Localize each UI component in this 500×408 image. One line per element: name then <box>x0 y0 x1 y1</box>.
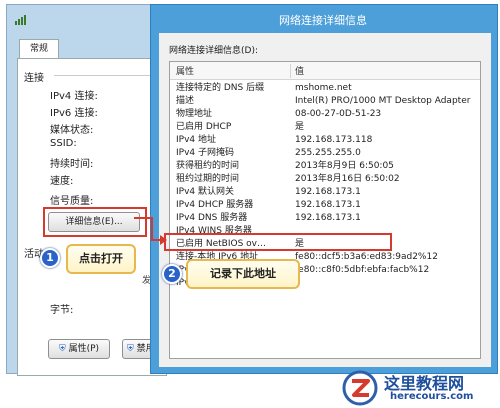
step-2-callout: 记录下此地址 <box>186 259 300 289</box>
property-cell: IPv4 地址 <box>176 135 216 145</box>
step-1-badge: 1 <box>40 248 60 268</box>
property-cell: IPv4 DNS 服务器 <box>176 213 248 223</box>
property-cell: 连接特定的 DNS 后缀 <box>176 83 265 93</box>
details-dialog-titlebar: 网络连接详细信息 <box>151 5 497 33</box>
table-row[interactable]: IPv4 DHCP 服务器 192.168.173.1 <box>170 199 480 212</box>
value-cell: Intel(R) PRO/1000 MT Desktop Adapter <box>295 96 471 106</box>
status-dialog: W 常规 连接 IPv4 连接: IPv6 连接: 媒体状态: SSID: 持续… <box>6 4 172 376</box>
value-cell: 192.168.173.1 <box>295 200 361 210</box>
step-2-badge: 2 <box>162 264 182 284</box>
list-header: 属性 值 <box>170 62 480 80</box>
property-cell: 获得租约的时间 <box>176 161 240 171</box>
signal-icon <box>15 15 26 25</box>
table-row[interactable]: IPv4 默认网关 192.168.173.1 <box>170 186 480 199</box>
property-cell: 描述 <box>176 96 195 106</box>
step-1-callout: 点击打开 <box>66 244 136 274</box>
ssid-label: SSID: <box>50 138 77 149</box>
value-cell: 2013年8月9日 6:50:05 <box>295 161 394 171</box>
table-row[interactable]: 连接特定的 DNS 后缀 mshome.net <box>170 82 480 95</box>
dns-row-highlight <box>164 233 392 251</box>
value-cell: mshome.net <box>295 83 352 93</box>
table-row[interactable]: IPv4 子网掩码 255.255.255.0 <box>170 147 480 160</box>
status-dialog-titlebar: W <box>7 5 171 33</box>
tab-general[interactable]: 常规 <box>19 39 59 59</box>
media-state-label: 媒体状态: <box>50 125 94 136</box>
value-cell: 192.168.173.1 <box>295 213 361 223</box>
duration-label: 持续时间: <box>50 159 94 170</box>
value-cell: 192.168.173.1 <box>295 187 361 197</box>
value-cell: 是 <box>295 122 305 132</box>
value-cell: fe80::c8f0:5dbf:ebfa:facb%12 <box>295 265 430 275</box>
arrow-icon <box>134 217 167 245</box>
details-dialog-body: 网络连接详细信息(D): 属性 值 连接特定的 DNS 后缀 mshome.net… <box>159 33 491 367</box>
details-list[interactable]: 属性 值 连接特定的 DNS 后缀 mshome.net 描述 Intel(R) PR… <box>169 61 481 359</box>
value-cell: 255.255.255.0 <box>295 148 361 158</box>
table-row[interactable]: IPv4 DNS 服务器 192.168.173.1 <box>170 212 480 225</box>
details-dialog: 网络连接详细信息 网络连接详细信息(D): 属性 值 连接特定的 DNS 后缀 m… <box>150 4 498 374</box>
divider <box>54 75 162 76</box>
value-cell: fe80::dcf5:b3a6:ed83:9ad2%12 <box>295 252 438 262</box>
details-button[interactable]: 详细信息(E)... <box>48 212 140 232</box>
table-row[interactable]: 租约过期的时间 2013年8月16日 6:50:02 <box>170 173 480 186</box>
speed-label: 速度: <box>50 176 74 187</box>
logo-icon <box>342 370 378 406</box>
properties-button[interactable]: ⛨ 属性(P) <box>48 339 110 359</box>
column-header-property[interactable]: 属性 <box>176 64 194 77</box>
value-cell: 2013年8月16日 6:50:02 <box>295 174 400 184</box>
value-cell: 08-00-27-0D-51-23 <box>295 109 382 119</box>
column-header-value[interactable]: 值 <box>295 64 304 77</box>
table-row[interactable]: IPv4 地址 192.168.173.118 <box>170 134 480 147</box>
column-divider[interactable] <box>290 64 291 78</box>
property-cell: IPv4 子网掩码 <box>176 148 234 158</box>
details-dialog-title: 网络连接详细信息 <box>279 14 367 27</box>
signal-quality-label: 信号质量: <box>50 196 94 207</box>
watermark: 这里教程网 herecours.com <box>340 368 500 408</box>
property-cell: IPv4 默认网关 <box>176 187 234 197</box>
property-cell: 物理地址 <box>176 109 213 119</box>
properties-button-label: 属性(P) <box>68 344 100 354</box>
property-cell: 租约过期的时间 <box>176 174 240 184</box>
property-cell: IPv4 DHCP 服务器 <box>176 200 254 210</box>
table-row[interactable]: 物理地址 08-00-27-0D-51-23 <box>170 108 480 121</box>
property-cell: 已启用 DHCP <box>176 122 232 132</box>
ipv6-connectivity-label: IPv6 连接: <box>50 108 98 119</box>
details-list-label: 网络连接详细信息(D): <box>169 46 258 56</box>
table-row[interactable]: 描述 Intel(R) PRO/1000 MT Desktop Adapter <box>170 95 480 108</box>
watermark-url: herecours.com <box>390 391 474 402</box>
bytes-label: 字节: <box>50 305 74 316</box>
table-row[interactable]: 已启用 DHCP 是 <box>170 121 480 134</box>
table-row[interactable]: 获得租约的时间 2013年8月9日 6:50:05 <box>170 160 480 173</box>
connection-heading: 连接 <box>24 73 44 84</box>
shield-icon: ⛨ <box>127 344 134 354</box>
value-cell: 192.168.173.118 <box>295 135 373 145</box>
ipv4-connectivity-label: IPv4 连接: <box>50 91 98 102</box>
shield-icon: ⛨ <box>58 344 66 354</box>
